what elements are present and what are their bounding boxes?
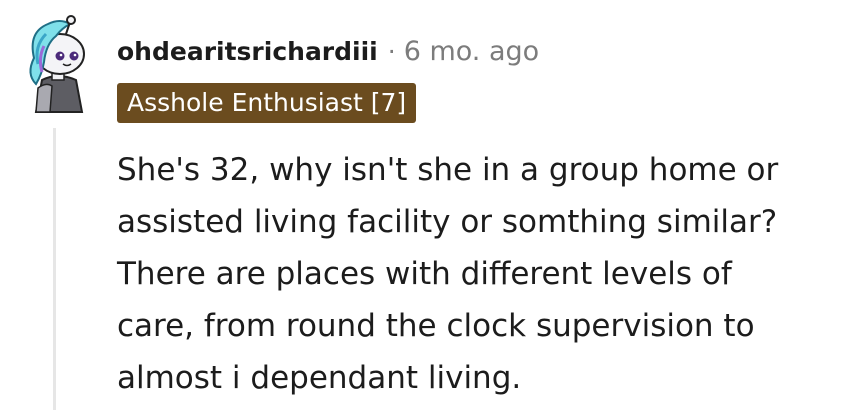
comment-body-line: She's 32, why isn't she in a group home …: [117, 152, 779, 188]
snoo-avatar-icon: [29, 15, 85, 113]
author-username[interactable]: ohdearitsrichardiii: [117, 37, 378, 66]
comment-body-line: There are places with different levels o…: [117, 256, 732, 292]
comment-body: She's 32, why isn't she in a group home …: [117, 144, 829, 404]
user-avatar[interactable]: [16, 14, 100, 114]
user-flair: Asshole Enthusiast [7]: [117, 83, 417, 123]
comment-body-line: care, from round the clock supervision t…: [117, 308, 755, 344]
comment-body-line: almost i dependant living.: [117, 360, 522, 396]
comment-header: ohdearitsrichardiii · 6 mo. ago: [117, 28, 539, 74]
thread-line[interactable]: [53, 128, 56, 410]
comment-body-line: assisted living facility or somthing sim…: [117, 204, 778, 240]
comment-timestamp[interactable]: 6 mo. ago: [404, 36, 539, 67]
meta-separator: ·: [387, 36, 396, 66]
